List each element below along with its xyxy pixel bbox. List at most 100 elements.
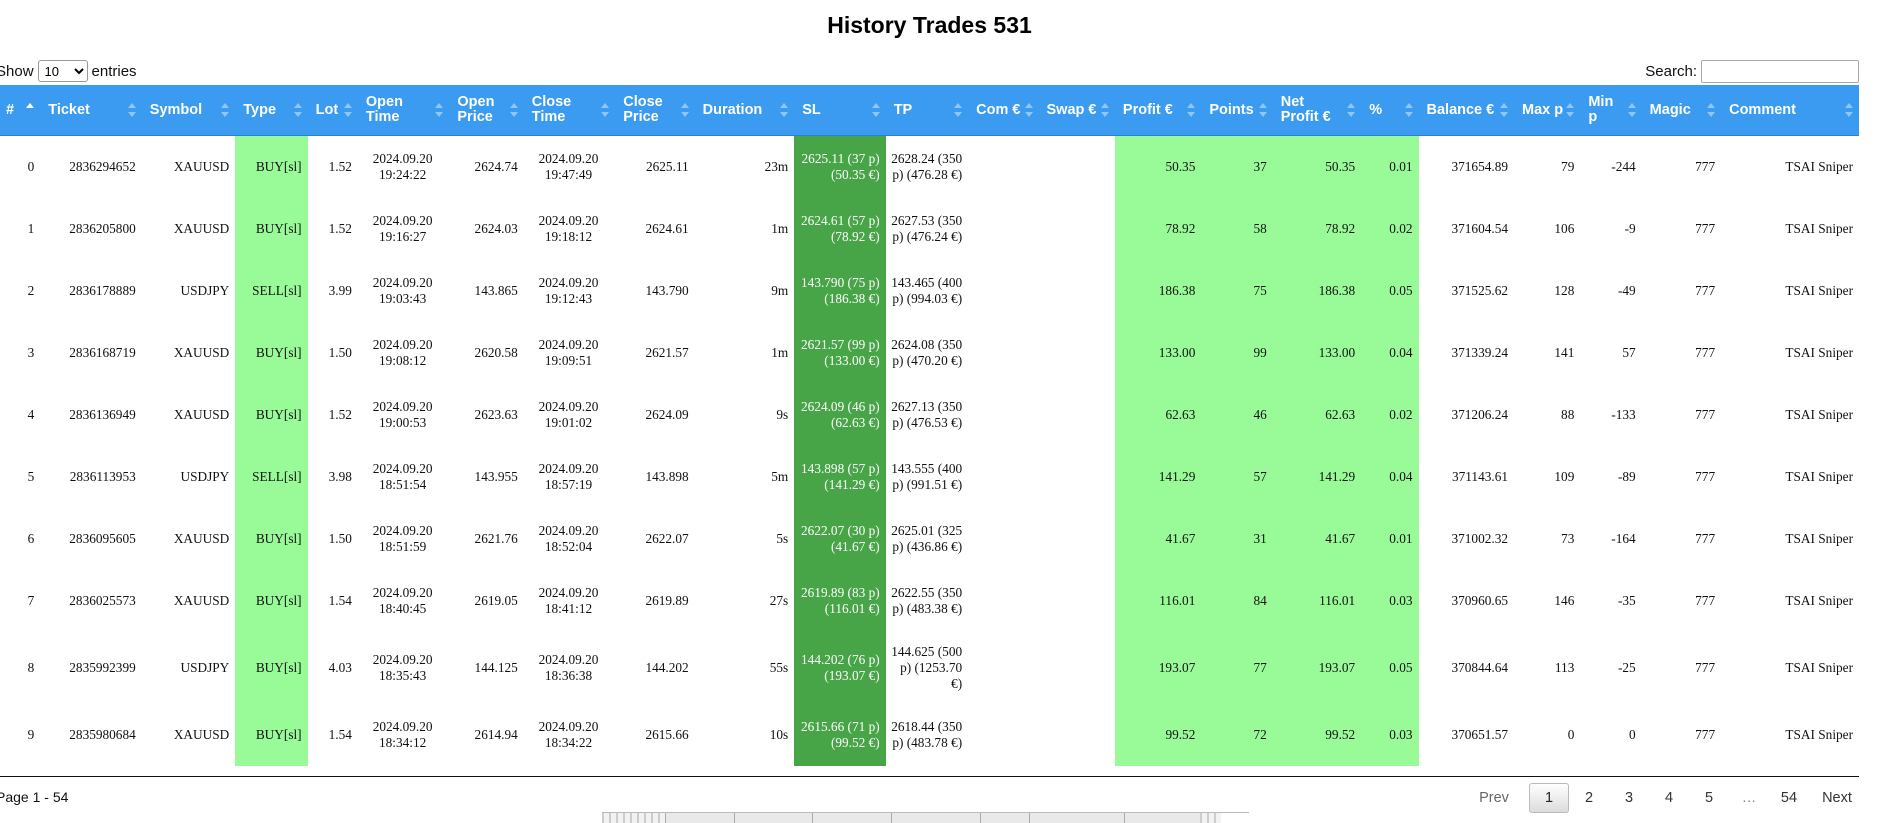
horizontal-scrollbar[interactable] <box>602 812 1249 823</box>
row-number: 2 <box>27 282 35 298</box>
column-header-comment[interactable]: Comment <box>1721 85 1859 136</box>
ticket-cell: 2835980684 <box>69 726 136 742</box>
open-time-cell-part: 19:08:12 <box>378 352 427 368</box>
page-info: Page 1 - 54 <box>0 789 69 805</box>
column-header-ticket[interactable]: Ticket <box>40 85 142 136</box>
column-header-label: Comment <box>1729 101 1796 118</box>
page-button-2[interactable]: 2 <box>1569 784 1609 812</box>
column-header-min-p[interactable]: Min p <box>1580 85 1642 136</box>
column-header-swap-eur[interactable]: Swap € <box>1038 85 1115 136</box>
symbol-cell: XAUUSD <box>173 344 230 360</box>
page-button-last[interactable]: 54 <box>1769 784 1809 812</box>
min-points-cell: 0 <box>1629 726 1636 742</box>
open-price-cell: 2623.63 <box>474 406 518 422</box>
balance-cell: 371525.62 <box>1451 282 1508 298</box>
tp-cell: 2622.55 (350 p) (483.38 €) <box>885 569 969 632</box>
max-points-cell: 106 <box>1554 220 1575 236</box>
points-cell: 37 <box>1201 135 1273 198</box>
page-button-1[interactable]: 1 <box>1529 783 1569 813</box>
column-header-open-time[interactable]: Open Time <box>357 85 450 136</box>
column-header-type[interactable]: Type <box>235 85 308 136</box>
max-points-cell: 0 <box>1567 726 1575 742</box>
column-header-points[interactable]: Points <box>1201 85 1273 136</box>
sl-cell: 2619.89 (83 p) (116.01 €) <box>794 569 886 632</box>
close-time-cell-part: 18:52:04 <box>544 538 593 554</box>
column-header-sl[interactable]: SL <box>794 85 886 136</box>
close-time-cell-part: 19:01:02 <box>544 414 593 430</box>
column-header-net-profit-eur[interactable]: Net Profit € <box>1272 85 1362 136</box>
sort-arrows-icon <box>1347 103 1356 117</box>
sort-arrows-icon <box>1627 103 1636 117</box>
close-price-cell: 2625.11 <box>645 158 689 174</box>
row-number: 9 <box>27 726 35 742</box>
column-header-row-number[interactable]: # <box>0 85 41 136</box>
ticket-cell: 2836294652 <box>69 158 136 174</box>
page-button-5[interactable]: 5 <box>1689 784 1729 812</box>
type-cell: SELL[sl] <box>235 445 308 508</box>
next-page-button[interactable]: Next <box>1809 784 1865 812</box>
column-header-magic[interactable]: Magic <box>1641 85 1722 136</box>
swap-cell <box>1039 570 1115 632</box>
open-time-cell-part: 19:16:27 <box>378 228 427 244</box>
column-header-profit-eur[interactable]: Profit € <box>1114 85 1202 136</box>
net-profit-cell: 133.00 <box>1272 321 1362 384</box>
commission-cell <box>968 322 1038 384</box>
points-cell: 46 <box>1201 383 1273 446</box>
swap-cell <box>1039 632 1115 704</box>
column-header-tp[interactable]: TP <box>885 85 969 136</box>
open-time-cell: 2024.09.20 18:51:54 <box>358 446 449 508</box>
search-control: Search: <box>1645 60 1859 83</box>
min-points-cell: -49 <box>1617 282 1636 298</box>
points-cell: 57 <box>1201 445 1273 508</box>
page-button-3[interactable]: 3 <box>1609 784 1649 812</box>
tp-cell: 2627.53 (350 p) (476.24 €) <box>885 197 969 260</box>
comment-cell: TSAI Sniper <box>1785 158 1853 174</box>
profit-cell: 133.00 <box>1114 321 1202 384</box>
show-entries-control: Show 102550100 entries <box>0 60 137 82</box>
column-header-open-price[interactable]: Open Price <box>449 85 524 136</box>
open-time-cell: 2024.09.20 19:03:43 <box>358 260 449 322</box>
profit-cell: 99.52 <box>1114 703 1202 766</box>
sl-cell: 144.202 (76 p) (193.07 €) <box>794 631 886 704</box>
column-header-duration[interactable]: Duration <box>694 85 795 136</box>
close-time-cell: 2024.09.20 19:12:43 <box>524 260 615 322</box>
sort-arrows-icon <box>871 103 880 117</box>
column-header-lot[interactable]: Lot <box>307 85 358 136</box>
comment-cell: TSAI Sniper <box>1785 659 1853 675</box>
open-time-cell-part: 18:51:59 <box>378 538 427 554</box>
sort-arrows-icon <box>127 103 136 117</box>
points-cell: 77 <box>1201 631 1273 704</box>
comment-cell: TSAI Sniper <box>1785 344 1853 360</box>
prev-page-button[interactable]: Prev <box>1459 784 1529 812</box>
column-header-balance-eur[interactable]: Balance € <box>1418 85 1514 136</box>
sort-arrows-icon <box>435 103 444 117</box>
sl-cell: 143.790 (75 p) (186.38 €) <box>794 259 886 322</box>
close-time-cell-part: 2024.09.20 <box>538 212 599 228</box>
column-header-row-number[interactable]: % <box>1361 85 1419 136</box>
ticket-cell: 2836095605 <box>69 530 136 546</box>
commission-cell <box>968 384 1038 446</box>
magic-cell: 777 <box>1695 726 1716 742</box>
page-button-4[interactable]: 4 <box>1649 784 1689 812</box>
magic-cell: 777 <box>1695 344 1716 360</box>
open-price-cell: 2619.05 <box>474 592 518 608</box>
close-time-cell: 2024.09.20 18:36:38 <box>524 632 615 704</box>
column-header-max-p[interactable]: Max p <box>1514 85 1581 136</box>
profit-cell: 78.92 <box>1114 197 1202 260</box>
magic-cell: 777 <box>1695 468 1716 484</box>
column-header-close-price[interactable]: Close Price <box>615 85 695 136</box>
type-cell: BUY[sl] <box>235 383 308 446</box>
table-row: 3 2836168719 XAUUSD BUY[sl] 1.50 2024.09.20 19… <box>0 321 1859 384</box>
column-header-label: Max p <box>1522 101 1564 118</box>
search-input[interactable] <box>1701 60 1859 83</box>
sl-cell: 2621.57 (99 p) (133.00 €) <box>794 321 886 384</box>
column-header-close-time[interactable]: Close Time <box>523 85 616 136</box>
entries-per-page-select[interactable]: 102550100 <box>37 60 88 82</box>
column-header-com-eur[interactable]: Com € <box>968 85 1039 136</box>
open-time-cell: 2024.09.20 18:35:43 <box>358 632 449 704</box>
balance-cell: 371339.24 <box>1451 344 1508 360</box>
column-header-label: % <box>1369 101 1383 118</box>
lot-cell: 1.52 <box>328 158 352 174</box>
column-header-symbol[interactable]: Symbol <box>141 85 236 136</box>
duration-cell: 9s <box>776 406 789 422</box>
